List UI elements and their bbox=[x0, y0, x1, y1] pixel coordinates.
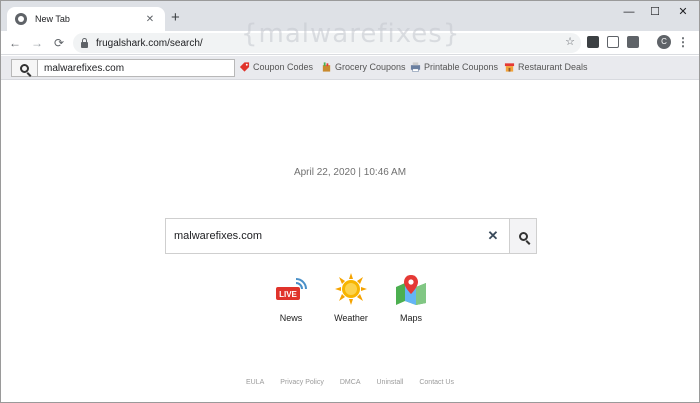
live-news-icon: LIVE bbox=[276, 278, 307, 300]
coupon-codes-label: Coupon Codes bbox=[253, 62, 314, 72]
main-search-button[interactable] bbox=[509, 219, 536, 253]
clear-search-icon[interactable]: ✕ bbox=[484, 227, 502, 245]
close-window-button[interactable]: ✕ bbox=[669, 3, 697, 21]
restaurant-deals-link[interactable]: Restaurant Deals bbox=[504, 61, 588, 73]
svg-text:LIVE: LIVE bbox=[279, 290, 297, 299]
footer-contact-link[interactable]: Contact Us bbox=[419, 379, 454, 386]
footer-eula-link[interactable]: EULA bbox=[246, 379, 264, 386]
forward-button[interactable]: → bbox=[29, 34, 45, 52]
extension-toolbar: Coupon Codes Grocery Coupons Printable C… bbox=[1, 56, 699, 80]
grocery-coupons-link[interactable]: Grocery Coupons bbox=[321, 61, 406, 73]
main-search-box: ✕ bbox=[165, 218, 537, 254]
printable-coupons-link[interactable]: Printable Coupons bbox=[410, 61, 498, 73]
reload-button[interactable]: ⟳ bbox=[51, 34, 67, 52]
shortcut-news-label: News bbox=[279, 313, 303, 323]
sun-icon bbox=[335, 273, 367, 305]
shortcut-weather-label: Weather bbox=[334, 313, 368, 323]
map-pin-icon bbox=[396, 275, 426, 305]
tab-close-icon[interactable]: ✕ bbox=[143, 14, 157, 25]
date-time: April 22, 2020 | 10:46 AM bbox=[293, 167, 407, 178]
tab-new-tab[interactable]: New Tab ✕ bbox=[7, 7, 165, 31]
grocery-bag-icon bbox=[322, 62, 331, 72]
toolbar-search-button[interactable] bbox=[11, 59, 37, 77]
toolbar-search-input[interactable] bbox=[37, 59, 235, 77]
new-tab-button[interactable]: + bbox=[171, 10, 180, 25]
browser-window: New Tab ✕ + — ☐ ✕ ← → ⟳ frugalshark.com/… bbox=[0, 0, 700, 403]
shortcut-weather[interactable]: Weather bbox=[331, 273, 371, 323]
footer-uninstall-link[interactable]: Uninstall bbox=[377, 379, 404, 386]
main-search-input[interactable] bbox=[166, 219, 482, 253]
printer-icon bbox=[410, 62, 421, 72]
maximize-button[interactable]: ☐ bbox=[641, 3, 669, 21]
mail-extension-icon[interactable] bbox=[607, 36, 619, 48]
back-button[interactable]: ← bbox=[7, 34, 23, 52]
grocery-coupons-label: Grocery Coupons bbox=[335, 62, 406, 72]
profile-avatar[interactable]: C bbox=[657, 35, 671, 49]
search-icon bbox=[518, 231, 528, 241]
footer-dmca-link[interactable]: DMCA bbox=[340, 379, 361, 386]
watermark: {malwarefixes} bbox=[241, 19, 461, 49]
bookmark-star-icon[interactable]: ☆ bbox=[565, 35, 575, 48]
minimize-button[interactable]: — bbox=[615, 3, 643, 21]
book-extension-icon[interactable] bbox=[627, 36, 639, 48]
address-url: frugalshark.com/search/ bbox=[96, 37, 203, 49]
restaurant-deals-label: Restaurant Deals bbox=[518, 62, 588, 72]
coupon-codes-link[interactable]: Coupon Codes bbox=[239, 61, 313, 73]
browser-menu-icon[interactable]: ⋮ bbox=[677, 34, 689, 50]
tab-title: New Tab bbox=[35, 14, 70, 24]
shortcut-maps-label: Maps bbox=[399, 313, 422, 323]
price-tag-icon bbox=[239, 62, 250, 72]
lock-icon bbox=[81, 37, 88, 48]
footer-privacy-link[interactable]: Privacy Policy bbox=[280, 379, 324, 386]
printable-coupons-label: Printable Coupons bbox=[424, 62, 499, 72]
shortcut-news[interactable]: LIVE News bbox=[271, 273, 311, 323]
shortcut-maps[interactable]: Maps bbox=[391, 273, 431, 323]
download-extension-icon[interactable] bbox=[587, 36, 599, 48]
restaurant-icon bbox=[504, 63, 515, 72]
search-icon bbox=[20, 63, 29, 73]
footer-links: EULA Privacy Policy DMCA Uninstall Conta… bbox=[1, 379, 699, 386]
globe-icon bbox=[15, 13, 27, 25]
